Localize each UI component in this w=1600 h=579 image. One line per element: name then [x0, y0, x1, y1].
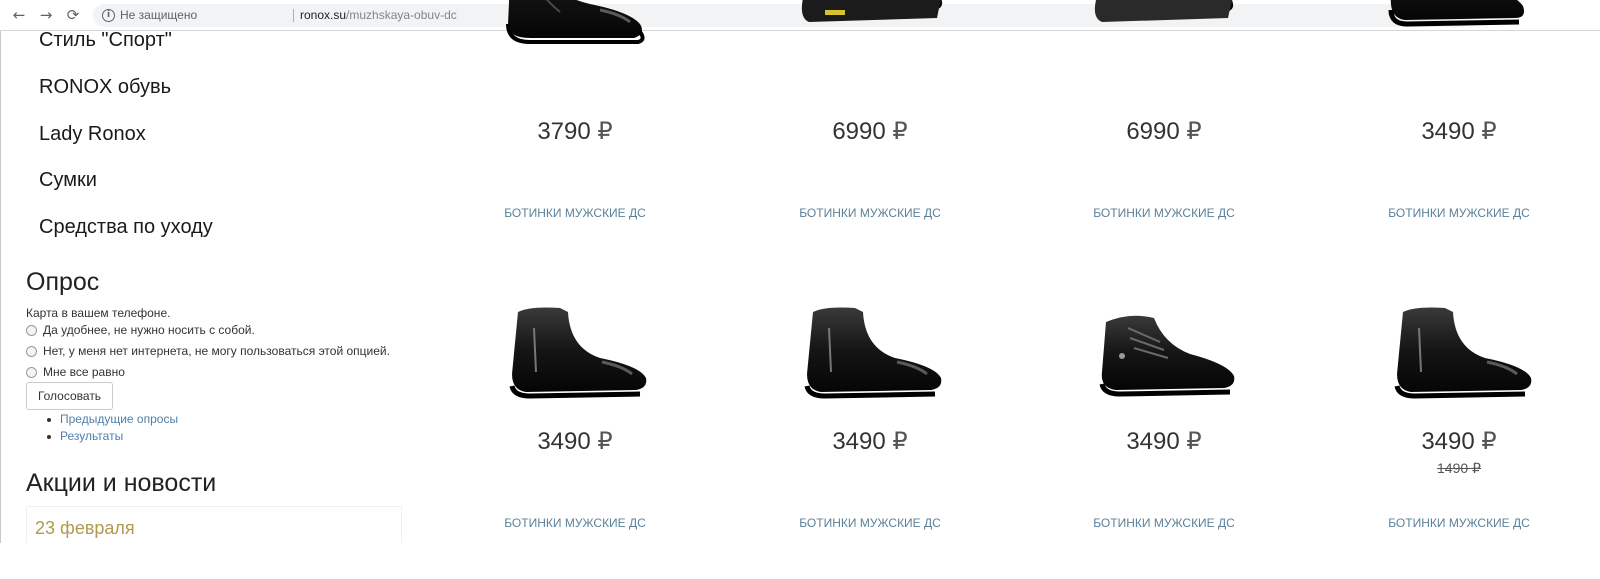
product-image[interactable]	[785, 0, 955, 108]
url-path: /muzhskaya-obuv-dc	[346, 8, 457, 22]
info-icon[interactable]: i	[102, 9, 115, 22]
category-link-care-products[interactable]: Средства по уходу	[39, 216, 213, 239]
address-separator	[293, 9, 294, 22]
poll-option[interactable]: Да удобнее, не нужно носить с собой.	[26, 323, 255, 337]
product-price: 6990 ₽	[832, 118, 908, 145]
product-price: 6990 ₽	[1126, 118, 1202, 145]
product-price: 3790 ₽	[537, 118, 613, 145]
security-label: Не защищено	[120, 8, 198, 22]
product-title-link[interactable]: БОТИНКИ МУЖСКИЕ ДС	[465, 206, 685, 220]
sport-shoe-icon	[785, 0, 955, 108]
previous-polls-label: Предыдущие опросы	[60, 412, 179, 426]
category-link-lady-ronox[interactable]: Lady Ronox	[39, 123, 146, 146]
product-price: 3490 ₽	[1126, 428, 1202, 455]
product-price: 3490 ₽	[537, 428, 613, 455]
news-card[interactable]: 23 февраля	[26, 506, 402, 543]
results-link[interactable]: Результаты	[47, 429, 123, 443]
sidebar: Стиль "Спорт" RONOX обувь Lady Ronox Сум…	[0, 31, 420, 543]
category-link-bags[interactable]: Сумки	[39, 169, 97, 192]
product-title-link[interactable]: БОТИНКИ МУЖСКИЕ ДС	[1054, 206, 1274, 220]
poll-title: Опрос	[26, 268, 100, 296]
poll-option-label: Нет, у меня нет интернета, не могу польз…	[43, 344, 390, 358]
poll-option-label: Да удобнее, не нужно носить с собой.	[43, 323, 255, 337]
reload-icon[interactable]: ⟳	[62, 5, 84, 25]
product-title-link[interactable]: БОТИНКИ МУЖСКИЕ ДС	[760, 516, 980, 530]
product-price: 3490 ₽	[832, 428, 908, 455]
product-old-price: 1490 ₽	[1437, 460, 1481, 476]
product-image[interactable]	[490, 0, 660, 108]
url-host: ronox.su	[300, 8, 347, 22]
product-title-link[interactable]: БОТИНКИ МУЖСКИЕ ДС	[465, 516, 685, 530]
category-link-sport-style[interactable]: Стиль "Спорт"	[39, 31, 172, 52]
back-arrow-icon[interactable]: ←	[8, 5, 30, 25]
product-title-link[interactable]: БОТИНКИ МУЖСКИЕ ДС	[1349, 516, 1569, 530]
poll-option-label: Мне все равно	[43, 365, 125, 379]
sport-shoe-icon	[1080, 0, 1250, 108]
laced-boot-icon	[1375, 0, 1545, 108]
bullet	[47, 434, 51, 439]
radio-button[interactable]	[26, 324, 37, 336]
poll-option[interactable]: Нет, у меня нет интернета, не могу польз…	[26, 344, 390, 358]
chelsea-boot-icon	[490, 0, 660, 108]
poll-option[interactable]: Мне все равно	[26, 365, 125, 379]
previous-polls-link[interactable]: Предыдущие опросы	[47, 412, 178, 426]
product-title-link[interactable]: БОТИНКИ МУЖСКИЕ ДС	[760, 206, 980, 220]
vote-button[interactable]: Голосовать	[26, 382, 113, 410]
radio-button[interactable]	[26, 366, 37, 378]
product-title-link[interactable]: БОТИНКИ МУЖСКИЕ ДС	[1054, 516, 1274, 530]
address-bar[interactable]: i Не защищено ronox.su/muzhskaya-obuv-dc…	[93, 4, 1473, 27]
product-image[interactable]	[1080, 0, 1250, 108]
news-date-link[interactable]: 23 февраля	[35, 518, 135, 539]
product-price: 3490 ₽	[1421, 428, 1497, 455]
news-title: Акции и новости	[26, 469, 217, 497]
forward-arrow-icon[interactable]: →	[35, 5, 57, 25]
product-price: 3490 ₽	[1421, 118, 1497, 145]
poll-question: Карта в вашем телефоне.	[26, 306, 171, 320]
product-title-link[interactable]: БОТИНКИ МУЖСКИЕ ДС	[1349, 206, 1569, 220]
category-link-ronox-shoes[interactable]: RONOX обувь	[39, 76, 171, 99]
url-text[interactable]: ronox.su/muzhskaya-obuv-dc	[300, 8, 457, 22]
radio-button[interactable]	[26, 345, 37, 357]
product-image[interactable]	[1375, 0, 1545, 108]
bullet	[47, 417, 51, 422]
results-label: Результаты	[60, 429, 124, 443]
